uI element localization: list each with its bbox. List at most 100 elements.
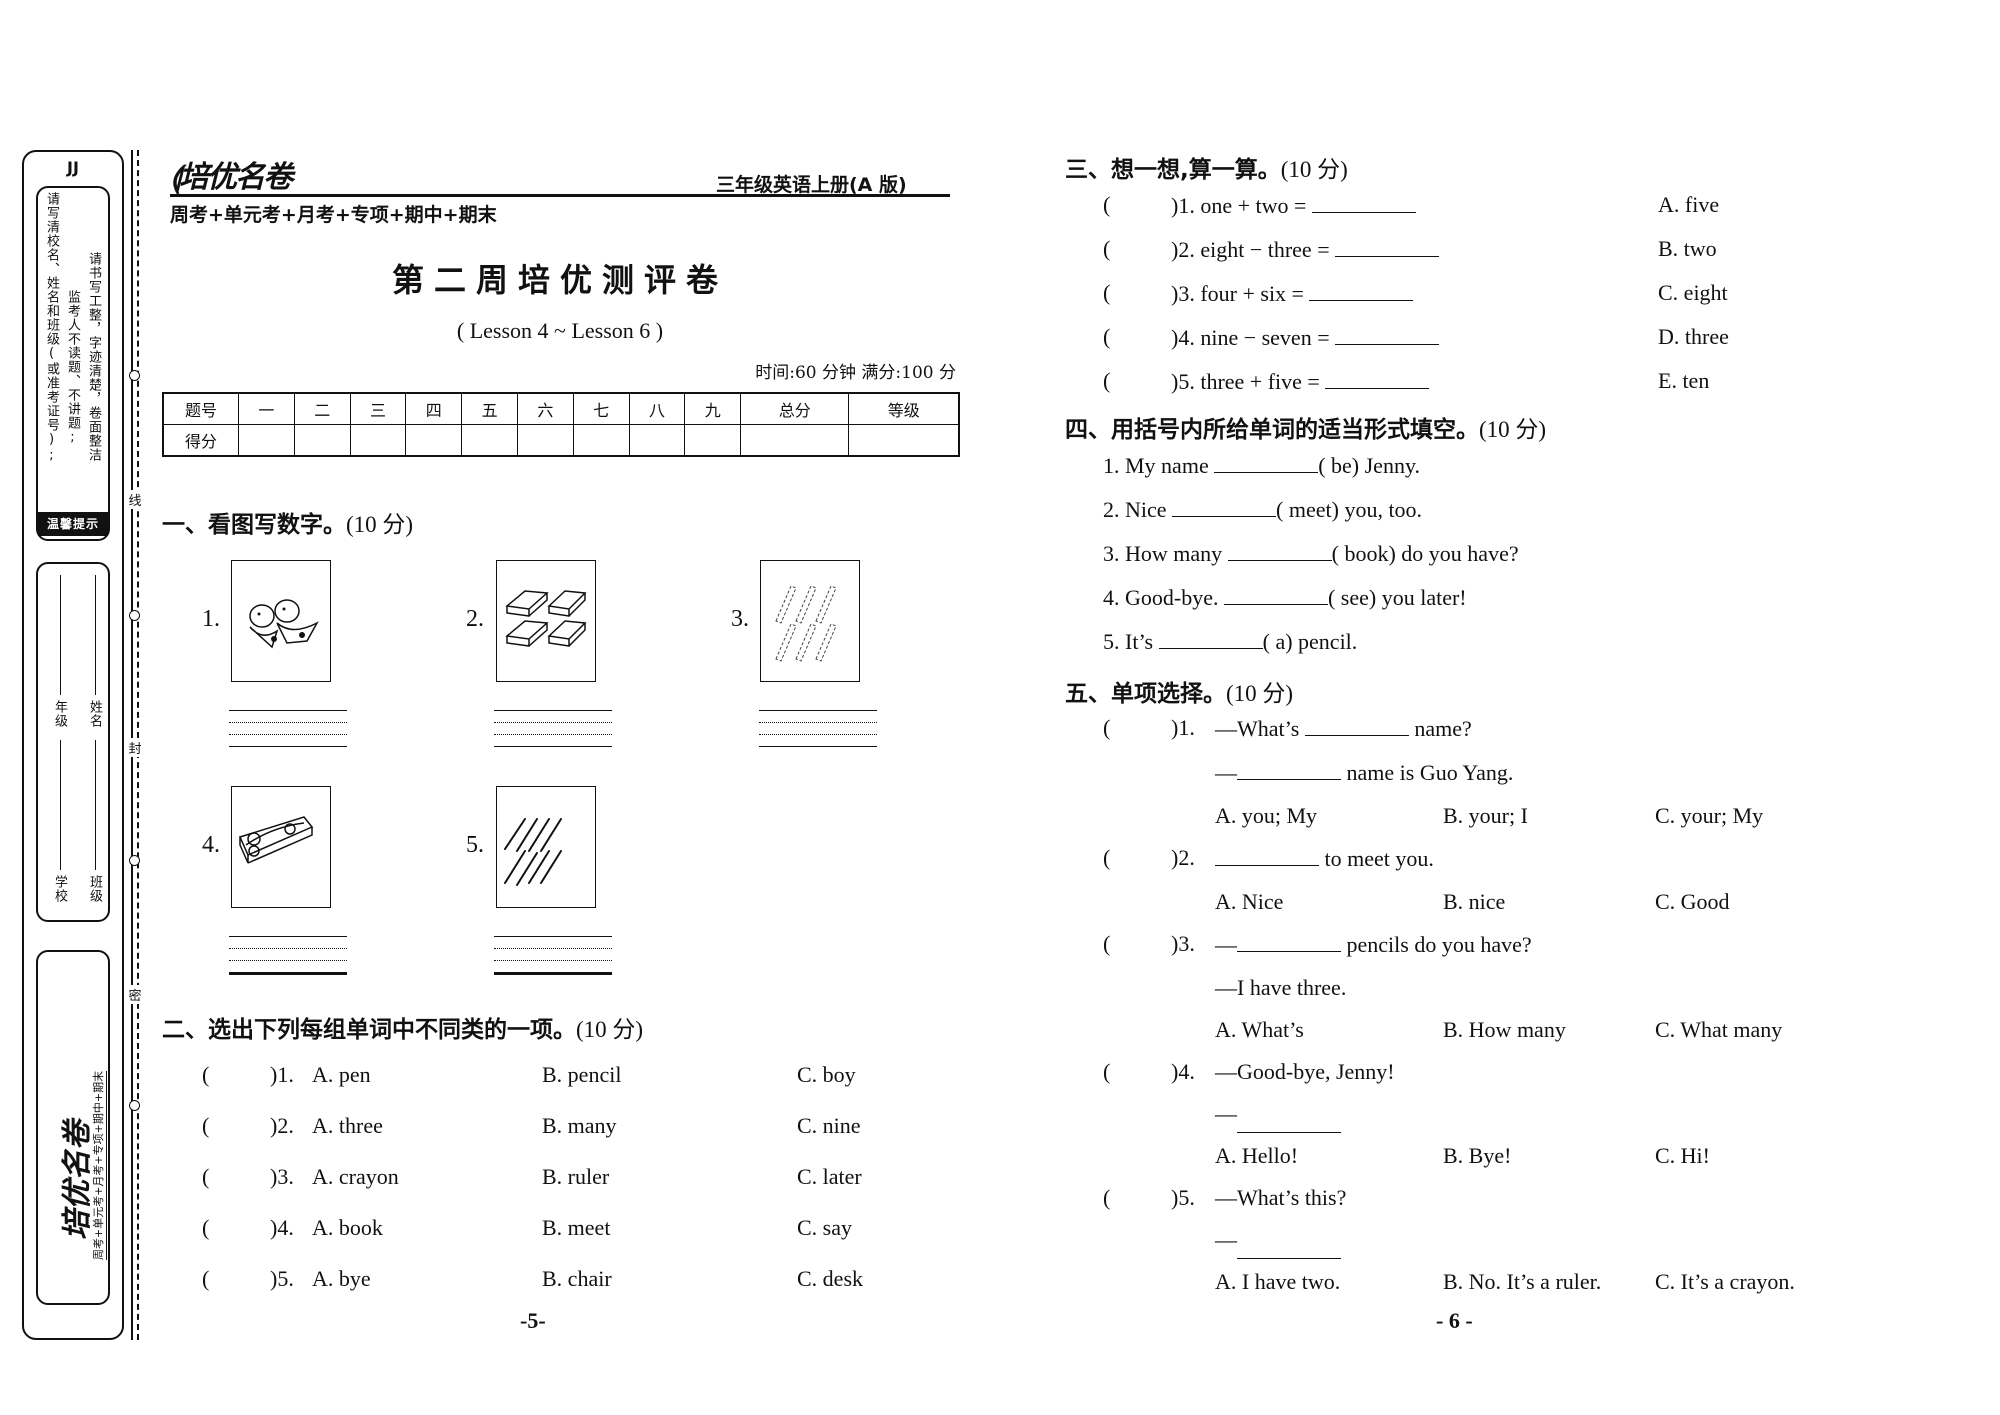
section-2-points: (10 分) <box>576 1017 644 1042</box>
q-text: —What’s this? <box>1215 1185 1347 1210</box>
answer-paren[interactable]: ( <box>1103 1059 1171 1085</box>
option-a[interactable]: A. you; My <box>1215 803 1317 828</box>
option-c[interactable]: C. What many <box>1655 1017 1782 1043</box>
score-cell[interactable] <box>684 424 742 457</box>
answer-blank[interactable] <box>1325 368 1430 389</box>
score-cell[interactable] <box>628 424 686 457</box>
score-cell[interactable] <box>349 424 407 457</box>
sentence-end: ( see) you later! <box>1327 585 1467 610</box>
answer-blank[interactable] <box>1237 931 1341 952</box>
section-3-row: ()4. nine − seven = D. three <box>1103 324 1729 350</box>
grade-field-line[interactable] <box>60 575 61 695</box>
notice-line-2: 监考人不读题、不讲题; <box>65 290 80 446</box>
score-cell[interactable] <box>516 424 574 457</box>
section-1-title: 一、看图写数字。(10 分) <box>162 505 413 539</box>
option-a[interactable]: A. Hello! <box>1215 1143 1298 1168</box>
answer-blank[interactable] <box>1215 845 1319 866</box>
answer-blank[interactable] <box>1335 236 1440 257</box>
series-label: 周考+单元考+月考+专项+期中+期末 <box>170 204 497 226</box>
answer-blank[interactable] <box>1227 540 1332 561</box>
answer-blank[interactable] <box>1304 715 1409 736</box>
q-text: )4. nine − seven = <box>1171 325 1330 350</box>
answer-paren[interactable]: ( <box>1103 324 1171 350</box>
answer-blank[interactable] <box>1237 759 1341 780</box>
q-num: )2. <box>270 1113 294 1138</box>
q-text: )1. one + two = <box>1171 193 1307 218</box>
option-c[interactable]: C. Good <box>1655 889 1730 915</box>
picture-5-number: 5. <box>466 832 484 858</box>
answer-paren[interactable]: ( <box>1103 192 1171 218</box>
answer-paren[interactable]: ( <box>202 1164 270 1190</box>
option-c[interactable]: C. It’s a crayon. <box>1655 1269 1795 1295</box>
score-cell[interactable] <box>293 424 351 457</box>
cut-mark-xian: 线 <box>126 490 144 509</box>
section-5-title-text: 五、单项选择。 <box>1065 681 1226 707</box>
score-header-cell: 等级 <box>848 392 960 425</box>
option-a[interactable]: A. I have two. <box>1215 1269 1340 1294</box>
page-number-right: - 6 - <box>1436 1308 1473 1333</box>
score-cell[interactable] <box>740 424 850 457</box>
option-c[interactable]: C. Hi! <box>1655 1143 1710 1169</box>
answer-paren[interactable]: ( <box>1103 715 1171 741</box>
name-field-line[interactable] <box>95 575 96 695</box>
answer-lines-1[interactable] <box>229 710 347 760</box>
mc-question-5-reply: — <box>1215 1227 1341 1259</box>
answer-blank[interactable] <box>1335 324 1440 345</box>
score-cell[interactable] <box>238 424 295 457</box>
score-cell[interactable] <box>405 424 463 457</box>
q-num: )4. <box>1171 1059 1195 1084</box>
option-b[interactable]: B. Bye! <box>1443 1143 1511 1169</box>
score-header-cell: 四 <box>405 392 463 425</box>
option-b[interactable]: B. nice <box>1443 889 1505 915</box>
school-field-line[interactable] <box>60 740 61 870</box>
score-cell[interactable] <box>461 424 518 457</box>
q-text: —Good-bye, Jenny! <box>1215 1059 1395 1084</box>
section-2-row: ()3. A. crayon B. ruler C. later <box>202 1164 942 1190</box>
section-1-title-text: 一、看图写数字。 <box>162 512 346 538</box>
answer-paren[interactable]: ( <box>1103 368 1171 394</box>
option-a[interactable]: A. What’s <box>1215 1017 1304 1042</box>
header-rule <box>170 194 950 197</box>
answer-paren[interactable]: ( <box>202 1215 270 1241</box>
answer-paren[interactable]: ( <box>202 1266 270 1292</box>
answer-lines-2[interactable] <box>494 710 612 760</box>
answer-blank[interactable] <box>1223 584 1328 605</box>
answer-paren[interactable]: ( <box>1103 931 1171 957</box>
answer-paren[interactable]: ( <box>202 1113 270 1139</box>
option-b[interactable]: B. How many <box>1443 1017 1566 1043</box>
answer-paren[interactable]: ( <box>1103 280 1171 306</box>
answer-blank[interactable] <box>1311 192 1416 213</box>
sentence-end: ( meet) you, too. <box>1276 497 1423 522</box>
option-c: C. desk <box>797 1266 863 1291</box>
word-option: C. eight <box>1658 280 1728 305</box>
q-num: )3. <box>1171 931 1195 956</box>
picture-5-pencils <box>496 786 596 908</box>
answer-blank[interactable] <box>1172 496 1277 517</box>
crayons-icon <box>775 585 837 662</box>
q-num: )2. <box>1171 845 1195 870</box>
answer-paren[interactable]: ( <box>1103 1185 1171 1211</box>
answer-paren[interactable]: ( <box>1103 845 1171 871</box>
answer-blank[interactable] <box>1237 1112 1341 1133</box>
option-c[interactable]: C. your; My <box>1655 803 1763 829</box>
answer-lines-4[interactable] <box>229 936 347 986</box>
answer-blank[interactable] <box>1237 1238 1341 1259</box>
answer-lines-5[interactable] <box>494 936 612 986</box>
answer-blank[interactable] <box>1214 452 1319 473</box>
class-field-line[interactable] <box>95 740 96 870</box>
answer-paren[interactable]: ( <box>1103 236 1171 262</box>
option-b[interactable]: B. your; I <box>1443 803 1528 829</box>
answer-lines-3[interactable] <box>759 710 877 760</box>
math-question: )1. one + two = <box>1171 192 1416 219</box>
score-cell[interactable] <box>572 424 630 457</box>
option-a[interactable]: A. Nice <box>1215 889 1283 914</box>
score-cell[interactable] <box>848 424 960 457</box>
option-b[interactable]: B. No. It’s a ruler. <box>1443 1269 1601 1295</box>
option-c: C. later <box>797 1164 862 1189</box>
section-4-title-text: 四、用括号内所给单词的适当形式填空。 <box>1065 417 1479 443</box>
notice-line-3: 请书写工整，字迹清楚，卷面整洁 <box>86 252 101 462</box>
answer-blank[interactable] <box>1158 628 1263 649</box>
answer-blank[interactable] <box>1309 280 1414 301</box>
answer-paren[interactable]: ( <box>202 1062 270 1088</box>
name-label: 姓名 <box>87 700 102 728</box>
